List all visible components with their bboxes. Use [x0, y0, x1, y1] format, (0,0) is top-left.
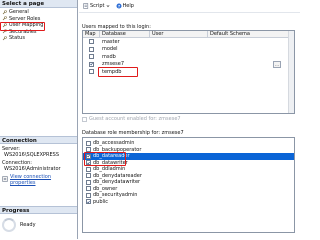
wrench-icon: [2, 35, 7, 41]
svg-text:?: ?: [117, 3, 119, 8]
wrench-icon: [2, 16, 7, 21]
map-checkbox[interactable]: [89, 54, 94, 60]
role-name: db_securityadmin: [93, 192, 138, 199]
toolbar: Script ? Help: [79, 0, 300, 13]
properties-icon: [2, 176, 8, 184]
guest-checkbox[interactable]: [82, 116, 87, 122]
role-checkbox[interactable]: [86, 173, 91, 179]
role-checkbox[interactable]: [86, 179, 91, 185]
database-cell: model: [102, 46, 118, 53]
ellipsis-button[interactable]: ...: [273, 60, 281, 68]
role-checkbox[interactable]: [86, 186, 91, 192]
column-header-default-schema[interactable]: Default Schema: [208, 31, 288, 37]
help-icon: ?: [115, 3, 122, 9]
list-item[interactable]: public: [83, 199, 294, 206]
role-name: db_denydatawriter: [93, 179, 141, 186]
script-label: Script: [90, 3, 105, 9]
user-mapping-highlight: [0, 22, 45, 31]
map-checkbox[interactable]: [89, 69, 94, 75]
role-name: db_ddladmin: [93, 166, 126, 173]
progress-status: Ready: [20, 222, 36, 228]
wrench-icon: [2, 9, 7, 15]
view-connection-properties-row: View connection properties: [2, 174, 76, 186]
role-checkbox[interactable]: [86, 166, 91, 172]
column-header-database[interactable]: Database: [100, 31, 150, 37]
script-button[interactable]: Script: [81, 2, 112, 10]
page-label: Status: [9, 35, 25, 41]
view-connection-properties-link[interactable]: View connection properties: [10, 174, 76, 186]
help-label: Help: [122, 3, 134, 9]
table-row[interactable]: model: [83, 46, 294, 54]
role-membership-label: Database role membership for: zmsese7: [82, 130, 184, 136]
table-row[interactable]: msdb: [83, 53, 294, 61]
main-panel: Script ? Help Users mapped to this login…: [79, 0, 300, 239]
role-name: db_accessadmin: [93, 140, 135, 147]
left-panel: Select a page General Server Roles User …: [0, 0, 78, 239]
server-value: WS2016\SQLEXPRESS: [4, 152, 60, 158]
role-name: public: [93, 198, 109, 205]
role-checkbox[interactable]: [86, 199, 91, 205]
role-checkbox[interactable]: [86, 140, 91, 146]
guest-row: Guest account enabled for: zmsese7: [82, 116, 181, 122]
connection-value: WS2016\Administrator: [4, 166, 61, 172]
role-membership-list: db_accessadmin db_backupoperator db_data…: [82, 137, 295, 233]
database-cell: master: [102, 38, 120, 45]
guest-label: Guest account enabled for: zmsese7: [89, 116, 181, 122]
database-highlight: [98, 67, 138, 77]
progress-header: Progress: [0, 206, 77, 214]
page-item-status[interactable]: Status: [2, 35, 77, 42]
connection-header: Connection: [0, 136, 77, 144]
table-row[interactable]: master: [83, 38, 294, 46]
column-header-map[interactable]: Map: [83, 31, 100, 37]
script-icon: [83, 3, 89, 9]
map-checkbox[interactable]: [89, 46, 94, 52]
progress-area: Ready: [2, 218, 36, 232]
users-mapped-header: Map Database User Default Schema: [83, 31, 294, 38]
roles-highlight: [84, 152, 126, 166]
role-name: db_owner: [93, 185, 118, 192]
database-cell: msdb: [102, 53, 116, 60]
map-checkbox[interactable]: [89, 61, 94, 67]
chevron-down-icon: [106, 4, 110, 8]
users-mapped-grid: Map Database User Default Schema master …: [82, 30, 295, 114]
column-header-user[interactable]: User: [150, 31, 208, 37]
map-checkbox[interactable]: [89, 39, 94, 45]
scrollbar[interactable]: [288, 31, 294, 113]
role-name: db_denydatareader: [93, 172, 142, 179]
role-checkbox[interactable]: [86, 192, 91, 198]
help-button[interactable]: ? Help: [114, 2, 136, 10]
connection-info: Server: WS2016\SQLEXPRESS Connection: WS…: [2, 146, 76, 186]
progress-spinner-icon: [2, 218, 16, 232]
select-page-header: Select a page: [0, 0, 77, 8]
